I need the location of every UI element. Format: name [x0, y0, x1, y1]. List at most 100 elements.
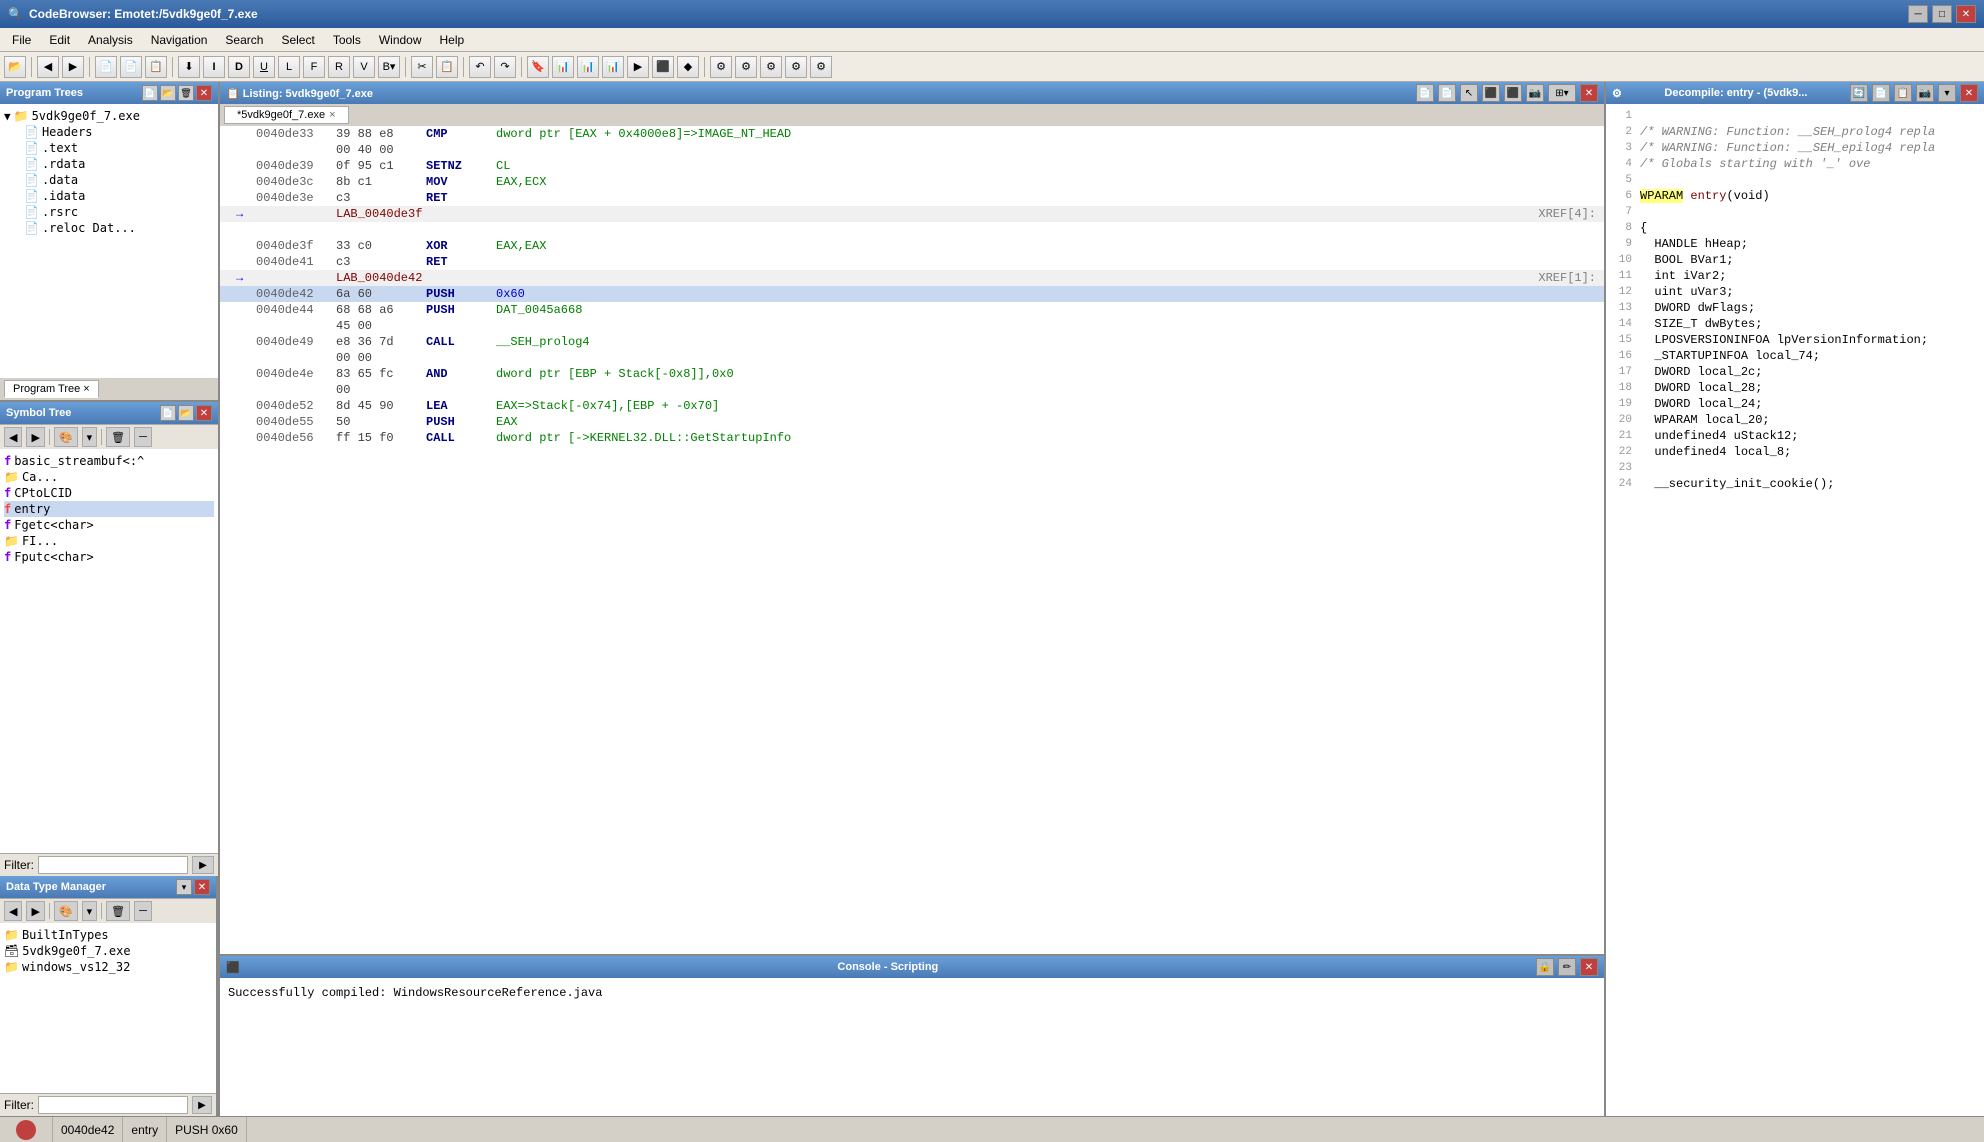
toolbar-btn5[interactable]: 📋 — [145, 56, 167, 78]
dtm-item-builtin[interactable]: 📁 BuiltInTypes — [4, 927, 212, 943]
menu-analysis[interactable]: Analysis — [80, 31, 141, 49]
toolbar-down[interactable]: ⬇ — [178, 56, 200, 78]
dtm-filter-input[interactable] — [38, 1096, 188, 1114]
toolbar-back[interactable]: ◀ — [37, 56, 59, 78]
sym-item-basic[interactable]: f basic_streambuf<:^ — [4, 453, 214, 469]
dtm-item-exe[interactable]: 🗃 5vdk9ge0f_7.exe — [4, 943, 212, 959]
symbol-tree-filter-input[interactable] — [38, 856, 188, 874]
listing-tab-close[interactable]: × — [329, 109, 335, 121]
menu-select[interactable]: Select — [273, 31, 322, 49]
console-close[interactable]: ✕ — [1580, 958, 1598, 976]
decompile-btn1[interactable]: 📄 — [1872, 84, 1890, 102]
toolbar-stop[interactable]: ⬛ — [652, 56, 674, 78]
toolbar-btn10[interactable]: 📊 — [602, 56, 624, 78]
listing-btn2[interactable]: 📄 — [1438, 84, 1456, 102]
listing-snap[interactable]: 📷 — [1526, 84, 1544, 102]
toolbar-btn3[interactable]: 📄 — [95, 56, 117, 78]
program-tree-tab[interactable]: Program Tree × — [4, 380, 99, 398]
listing-content[interactable]: 0040de33 39 88 e8 CMP dword ptr [EAX + 0… — [220, 126, 1604, 954]
menu-navigation[interactable]: Navigation — [143, 31, 216, 49]
toolbar-btn8[interactable]: 📊 — [552, 56, 574, 78]
dtm-item-windows[interactable]: 📁 windows_vs12_32 — [4, 959, 212, 975]
dtm-delete[interactable]: 🗑 — [106, 901, 130, 921]
dtm-close[interactable]: ✕ — [194, 879, 210, 895]
decompile-snap[interactable]: 📷 — [1916, 84, 1934, 102]
toolbar-btn9[interactable]: 📊 — [577, 56, 599, 78]
listing-btn4[interactable]: ⬛ — [1504, 84, 1522, 102]
toolbar-run[interactable]: ▶ — [627, 56, 649, 78]
symbol-tree-filter-btn[interactable]: ▶ — [192, 856, 214, 874]
dtm-back[interactable]: ◀ — [4, 901, 22, 921]
toolbar-redo[interactable]: ↷ — [494, 56, 516, 78]
symbol-tree-btn1[interactable]: 📄 — [160, 405, 176, 421]
sym-tree-collapse[interactable]: ─ — [134, 427, 152, 447]
console-lock[interactable]: 🔒 — [1536, 958, 1554, 976]
dtm-color[interactable]: 🎨 — [54, 901, 78, 921]
close-button[interactable]: ✕ — [1956, 5, 1976, 23]
listing-tab-main[interactable]: *5vdk9ge0f_7.exe × — [224, 106, 349, 124]
listing-cursor[interactable]: ↖ — [1460, 84, 1478, 102]
decompile-close[interactable]: ✕ — [1960, 84, 1978, 102]
tree-item-rdata[interactable]: 📄 .rdata — [4, 156, 214, 172]
sym-tree-forward[interactable]: ▶ — [26, 427, 44, 447]
listing-close[interactable]: ✕ — [1580, 84, 1598, 102]
toolbar-cfg3[interactable]: ⚙ — [760, 56, 782, 78]
toolbar-i[interactable]: I — [203, 56, 225, 78]
toolbar-cfg4[interactable]: ⚙ — [785, 56, 807, 78]
dtm-collapse[interactable]: ─ — [134, 901, 152, 921]
symbol-tree-btn2[interactable]: 📂 — [178, 405, 194, 421]
console-edit[interactable]: ✏ — [1558, 958, 1576, 976]
decompile-menu[interactable]: ▾ — [1938, 84, 1956, 102]
sym-tree-color[interactable]: 🎨 — [54, 427, 78, 447]
toolbar-forward[interactable]: ▶ — [62, 56, 84, 78]
dtm-forward[interactable]: ▶ — [26, 901, 44, 921]
sym-item-fgetc[interactable]: f Fgetc<char> — [4, 517, 214, 533]
menu-help[interactable]: Help — [432, 31, 473, 49]
toolbar-diamond[interactable]: ◆ — [677, 56, 699, 78]
tree-item-headers[interactable]: 📄 Headers — [4, 124, 214, 140]
toolbar-v[interactable]: V — [353, 56, 375, 78]
program-trees-open[interactable]: 📂 — [160, 85, 176, 101]
menu-search[interactable]: Search — [217, 31, 271, 49]
decompile-content[interactable]: 1 2 /* WARNING: Function: __SEH_prolog4 … — [1606, 104, 1984, 1116]
tree-item-rsrc[interactable]: 📄 .rsrc — [4, 204, 214, 220]
sym-tree-filter-icon[interactable]: ▾ — [82, 427, 98, 447]
decompile-refresh[interactable]: 🔄 — [1850, 84, 1868, 102]
tree-item-idata[interactable]: 📄 .idata — [4, 188, 214, 204]
toolbar-btn6[interactable]: ✂ — [411, 56, 433, 78]
listing-btn1[interactable]: 📄 — [1416, 84, 1434, 102]
restore-button[interactable]: □ — [1932, 5, 1952, 23]
minimize-button[interactable]: ─ — [1908, 5, 1928, 23]
toolbar-b[interactable]: B▾ — [378, 56, 400, 78]
menu-file[interactable]: File — [4, 31, 39, 49]
menu-window[interactable]: Window — [371, 31, 430, 49]
sym-tree-back[interactable]: ◀ — [4, 427, 22, 447]
tree-item-text[interactable]: 📄 .text — [4, 140, 214, 156]
sym-item-entry[interactable]: f entry — [4, 501, 214, 517]
sym-item-cptolcid[interactable]: f CPtoLCID — [4, 485, 214, 501]
sym-tree-delete[interactable]: 🗑 — [106, 427, 130, 447]
toolbar-cfg5[interactable]: ⚙ — [810, 56, 832, 78]
toolbar-btn4[interactable]: 📄 — [120, 56, 142, 78]
menu-tools[interactable]: Tools — [325, 31, 369, 49]
sym-item-fputc[interactable]: f Fputc<char> — [4, 549, 214, 565]
dtm-menu[interactable]: ▾ — [176, 879, 192, 895]
dtm-filter-btn[interactable]: ▶ — [192, 1096, 212, 1114]
toolbar-u[interactable]: U — [253, 56, 275, 78]
toolbar-cfg2[interactable]: ⚙ — [735, 56, 757, 78]
sym-item-ca[interactable]: 📁 Ca... — [4, 469, 214, 485]
listing-view-menu[interactable]: ⊞▾ — [1548, 84, 1576, 102]
tree-item-data[interactable]: 📄 .data — [4, 172, 214, 188]
tree-item-reloc[interactable]: 📄 .reloc Dat... — [4, 220, 214, 236]
toolbar-l[interactable]: L — [278, 56, 300, 78]
tree-item-root[interactable]: ▼ 📁 5vdk9ge0f_7.exe — [4, 108, 214, 124]
toolbar-cfg1[interactable]: ⚙ — [710, 56, 732, 78]
program-trees-new[interactable]: 📄 — [142, 85, 158, 101]
toolbar-d[interactable]: D — [228, 56, 250, 78]
symbol-tree-close[interactable]: ✕ — [196, 405, 212, 421]
toolbar-btn7[interactable]: 📋 — [436, 56, 458, 78]
dtm-dropdown[interactable]: ▾ — [82, 901, 98, 921]
toolbar-f[interactable]: F — [303, 56, 325, 78]
toolbar-r[interactable]: R — [328, 56, 350, 78]
decompile-btn2[interactable]: 📋 — [1894, 84, 1912, 102]
